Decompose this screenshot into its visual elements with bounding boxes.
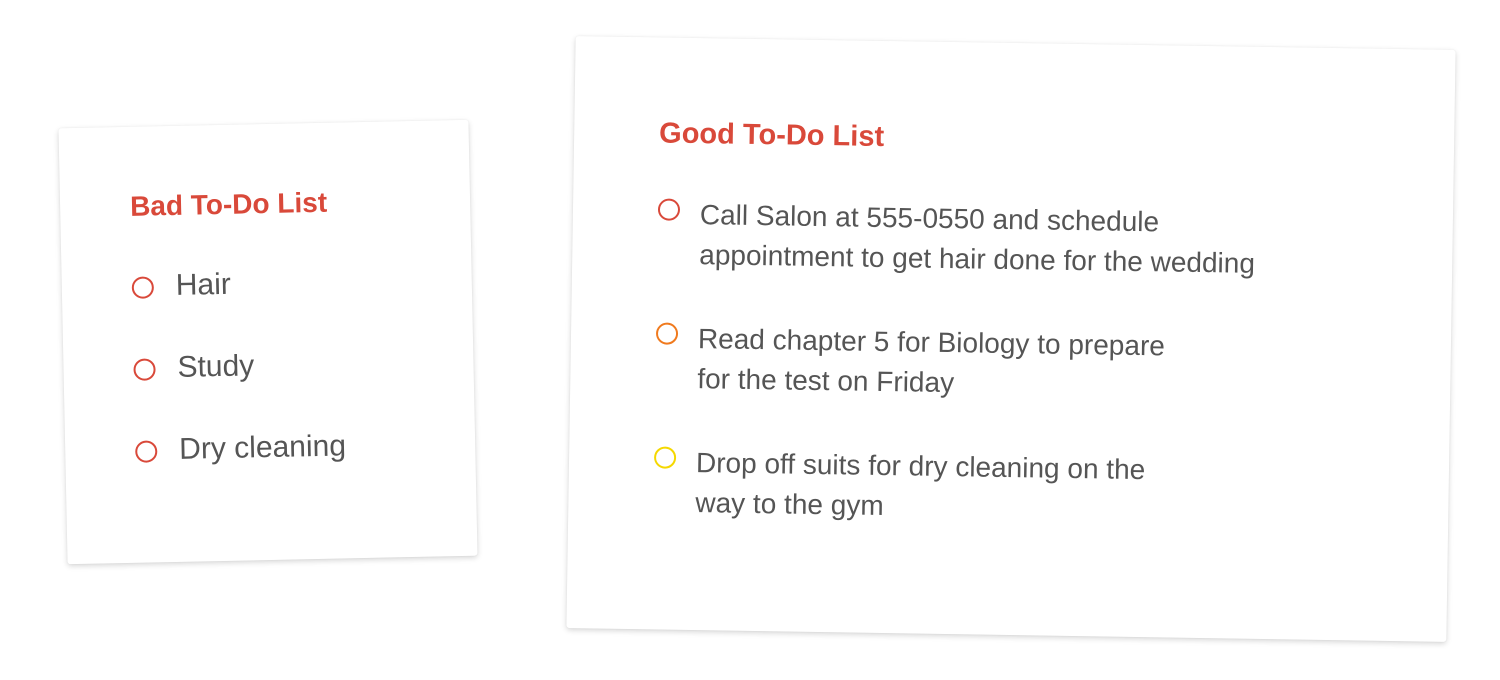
todo-item-text: Dry cleaning [178, 429, 347, 466]
good-todo-card: Good To-Do List Call Salon at 555-0550 a… [566, 36, 1456, 642]
unchecked-circle-icon[interactable] [655, 322, 679, 345]
good-todo-title: Good To-Do List [658, 117, 885, 153]
bad-todo-card: Bad To-Do List Hair Study Dry cleaning [58, 119, 478, 565]
unchecked-circle-icon[interactable] [653, 446, 677, 469]
bad-todo-item-dry-cleaning[interactable]: Dry cleaning [135, 426, 476, 469]
good-todo-item-dry-cleaning[interactable]: Drop off suits for dry cleaning on the w… [653, 442, 1449, 534]
unchecked-circle-icon[interactable] [135, 440, 158, 463]
todo-item-text: Read chapter 5 for Biology to prepare fo… [697, 323, 1166, 399]
unchecked-circle-icon[interactable] [133, 358, 156, 381]
bad-todo-item-hair[interactable]: Hair [131, 262, 472, 305]
bad-todo-title: Bad To-Do List [129, 186, 328, 222]
todo-item-text: Study [177, 349, 255, 384]
good-todo-item-biology[interactable]: Read chapter 5 for Biology to prepare fo… [655, 318, 1451, 410]
bad-todo-item-study[interactable]: Study [133, 344, 474, 387]
good-todo-item-salon[interactable]: Call Salon at 555-0550 and schedule appo… [657, 194, 1453, 286]
unchecked-circle-icon[interactable] [657, 198, 681, 221]
bad-todo-list: Hair Study Dry cleaning [131, 262, 475, 469]
good-todo-list: Call Salon at 555-0550 and schedule appo… [653, 194, 1453, 534]
todo-item-text: Drop off suits for dry cleaning on the w… [695, 447, 1146, 522]
unchecked-circle-icon[interactable] [131, 276, 155, 299]
todo-item-text: Call Salon at 555-0550 and schedule appo… [699, 199, 1256, 279]
todo-item-text: Hair [175, 267, 232, 302]
